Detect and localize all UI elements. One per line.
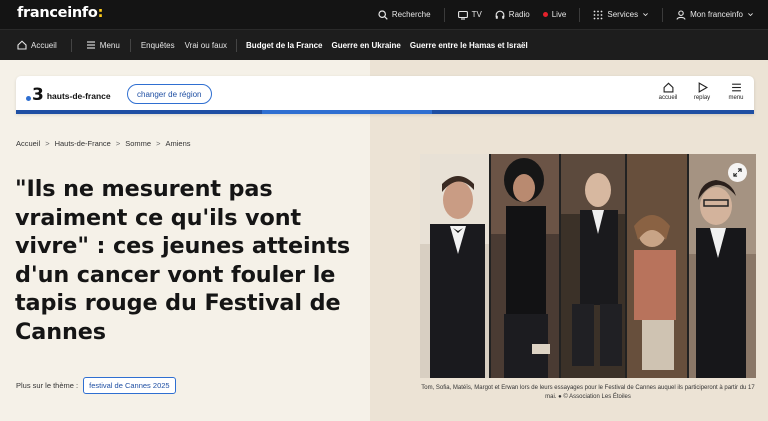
franceinfo-logo[interactable]: franceinfo:: [17, 5, 103, 21]
nav-topic-hamas-israel[interactable]: Guerre entre le Hamas et Israël: [410, 41, 528, 50]
photo-caption: Tom, Sofia, Matéïs, Margot et Erwan lors…: [421, 385, 755, 400]
theme-label: Plus sur le thème :: [16, 381, 79, 390]
divider: [443, 7, 445, 22]
expand-icon: [733, 168, 742, 177]
color-bar-segment: [262, 110, 432, 114]
regional-replay-button[interactable]: replay: [690, 82, 714, 101]
regional-icons: accueil replay menu: [656, 82, 748, 101]
change-region-button[interactable]: changer de région: [127, 84, 212, 104]
article-title: "Ils ne mesurent pas vraiment ce qu'ils …: [15, 176, 351, 345]
services-menu[interactable]: Services: [593, 10, 649, 20]
nav-topic-ukraine[interactable]: Guerre en Ukraine: [332, 41, 401, 50]
breadcrumb-item[interactable]: Somme: [125, 139, 151, 148]
divider: [70, 38, 72, 52]
search-icon: [378, 9, 388, 20]
main-nav: Accueil Menu Enquêtes Vrai ou faux Budge…: [0, 29, 768, 60]
nav-link-vrai-ou-faux[interactable]: Vrai ou faux: [185, 41, 227, 50]
article-photo[interactable]: [420, 154, 756, 378]
menu-icon: [731, 83, 741, 92]
nav-menu[interactable]: Menu: [86, 40, 120, 50]
search-button[interactable]: Recherche: [378, 9, 431, 20]
breadcrumb-item[interactable]: Amiens: [165, 139, 190, 148]
regional-banner: 3 hauts-de-france changer de région accu…: [16, 76, 754, 114]
play-icon: [698, 82, 708, 93]
headphones-icon: [495, 10, 505, 19]
divider: [129, 38, 131, 52]
home-icon: [663, 82, 673, 93]
france3-logo[interactable]: 3 hauts-de-france: [26, 87, 111, 104]
tv-link[interactable]: TV: [457, 10, 482, 20]
divider: [662, 7, 664, 22]
breadcrumb: Accueil > Hauts-de-France > Somme > Amiens: [16, 139, 191, 148]
top-bar: franceinfo: Recherche TV Radio Live Serv…: [0, 0, 768, 29]
breadcrumb-separator: >: [115, 139, 121, 148]
grid-icon: [593, 10, 603, 19]
chevron-down-icon: [643, 13, 648, 17]
regional-menu-button[interactable]: menu: [724, 82, 748, 101]
tv-icon: [457, 10, 468, 20]
menu-icon: [86, 41, 95, 49]
logo-dot-icon: [26, 96, 31, 101]
radio-link[interactable]: Radio: [495, 10, 530, 20]
photo-collage-drawing: [420, 154, 756, 378]
user-icon: [676, 9, 686, 20]
expand-image-button[interactable]: [728, 163, 747, 182]
divider: [579, 7, 581, 22]
chevron-down-icon: [748, 13, 753, 17]
breadcrumb-item[interactable]: Accueil: [16, 139, 40, 148]
breadcrumb-item[interactable]: Hauts-de-France: [55, 139, 111, 148]
nav-link-enquetes[interactable]: Enquêtes: [141, 41, 175, 50]
breadcrumb-separator: >: [45, 139, 50, 148]
regional-home-button[interactable]: accueil: [656, 82, 680, 101]
theme-row: Plus sur le thème : festival de Cannes 2…: [16, 377, 176, 394]
breadcrumb-separator: >: [156, 139, 161, 148]
regional-color-bar: [16, 110, 754, 114]
nav-home[interactable]: Accueil: [17, 40, 57, 50]
home-icon: [17, 40, 27, 50]
divider: [236, 38, 238, 52]
top-nav: Recherche TV Radio Live Services Mon fra…: [365, 0, 754, 29]
live-link[interactable]: Live: [542, 10, 566, 19]
theme-tag-link[interactable]: festival de Cannes 2025: [83, 377, 176, 394]
nav-topic-budget[interactable]: Budget de la France: [246, 41, 322, 50]
live-dot-icon: [542, 12, 548, 17]
account-menu[interactable]: Mon franceinfo: [676, 9, 754, 20]
